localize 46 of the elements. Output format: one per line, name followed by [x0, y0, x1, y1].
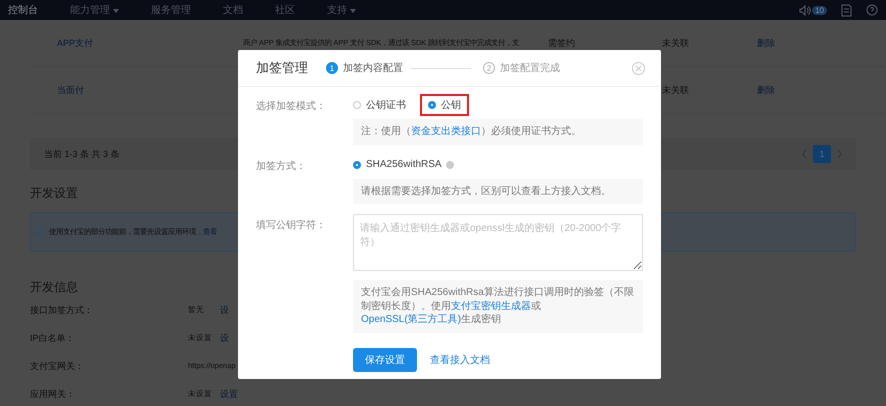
public-key-field[interactable]: 请输入通过密钥生成器或openssl生成的密钥（20-2000个字符） [353, 214, 643, 271]
dialog-title: 加签管理 [256, 59, 308, 77]
note-text: 支付宝会用SHA256withRsa算法进行接口调用时的验签（不限制密钥长度）。使用支付宝密钥生成器或 OpenSSL(第三方工具)生成密钥 [353, 280, 643, 332]
nav-item[interactable]: 服务管理 [151, 3, 191, 17]
field-label: 支付宝网关： [30, 360, 85, 372]
nav-item[interactable]: 社区 [275, 3, 295, 17]
note-text: 注：使用（资金支出类接口）必须使用证书方式。 [353, 119, 643, 144]
step-number: 1 [326, 62, 338, 74]
api-link[interactable]: 资金支出类接口 [411, 126, 481, 137]
step-number: 2 [483, 62, 495, 74]
info-icon [35, 227, 45, 237]
settings-link[interactable]: 设置 [220, 388, 280, 400]
document-icon[interactable] [841, 4, 852, 16]
field-label: 加签方式： [256, 160, 307, 174]
table-cell-text: 未关联 [662, 36, 690, 50]
openssl-link[interactable]: OpenSSL(第三方工具) [361, 314, 462, 325]
radio-option[interactable]: SHA256withRSA [345, 155, 450, 174]
step-label: 加签配置完成 [500, 62, 560, 75]
delete-link[interactable]: 删除 [757, 84, 817, 96]
table-cell-text: 需签约 [548, 36, 576, 50]
field-label: IP白名单： [30, 332, 76, 344]
service-name[interactable]: APP支付 [57, 36, 243, 50]
step-label: 加签内容配置 [343, 62, 403, 75]
table-cell-text: 未关联 [662, 84, 690, 96]
page-button[interactable]: 1 [813, 145, 831, 163]
notification-count: 10 [812, 6, 827, 14]
save-button[interactable]: 保存设置 [353, 348, 417, 372]
nav-item[interactable]: 文档 [223, 3, 243, 17]
pagination-summary: 当前 1-3 条 共 3 条 [44, 148, 120, 160]
radio-option[interactable]: 公钥 [420, 94, 469, 116]
field-label: 应用网关： [30, 388, 76, 400]
close-icon[interactable] [632, 62, 645, 74]
nav-item[interactable]: 控制台 [8, 3, 38, 17]
section-title: 开发设置 [30, 186, 78, 200]
nav-item[interactable]: 支持 [327, 3, 356, 17]
key-generator-link[interactable]: 支付宝密钥生成器 [451, 300, 531, 312]
radio-option[interactable]: 公钥证书 [345, 94, 414, 116]
note-text: 请根据需要选择加签方式，区别可以查看上方接入文档。 [353, 178, 643, 204]
docs-link[interactable]: 查看接入文档 [430, 352, 490, 366]
field-label: 接口加签方式： [30, 304, 94, 316]
field-label: 填写公钥字符： [256, 218, 327, 233]
section-title: 开发信息 [30, 280, 78, 294]
delete-link[interactable]: 删除 [757, 36, 817, 50]
nav-item[interactable]: 能力管理 [70, 3, 119, 17]
field-label: 选择加签模式： [256, 100, 327, 114]
speaker-icon[interactable] [799, 4, 812, 16]
